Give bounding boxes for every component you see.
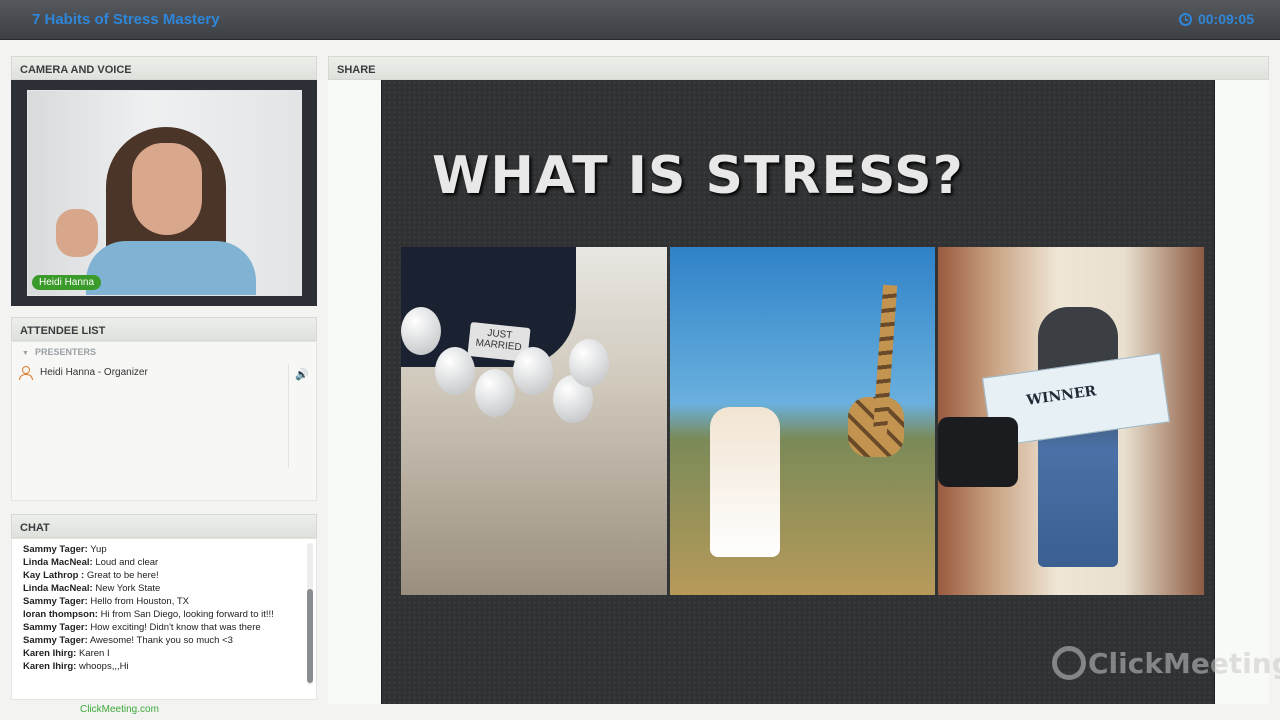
giraffe-photo [670,247,935,595]
attendee-row[interactable]: Heidi Hanna - Organizer [18,365,288,381]
chat-messages: Sammy Tager: Yup Linda MacNeal: Loud and… [23,543,308,673]
chat-message: Kay Lathrop : Great to be here! [23,570,159,581]
chat-message: Sammy Tager: Yup [23,544,107,555]
lottery-winner-photo: WINNER [938,247,1204,595]
chat-message: Sammy Tager: Awesome! Thank you so much … [23,635,233,646]
share-heading: SHARE [328,56,1269,80]
chat-message: Sammy Tager: Hello from Houston, TX [23,596,189,607]
clickmeeting-logo-icon [1052,646,1086,680]
slide-title: WHAT IS STRESS? [432,146,964,206]
timer-value: 00:09:05 [1197,11,1254,27]
clickmeeting-watermark: ClickMeeting [1052,646,1280,680]
chat-message: Sammy Tager: How exciting! Didn't know t… [23,622,261,633]
user-icon [18,366,33,380]
chat-message: Karen Ihirg: whoops,,,Hi [23,661,129,672]
clickmeeting-link[interactable]: ClickMeeting.com [80,704,159,715]
chat-message: Linda MacNeal: New York State [23,583,161,594]
chat-message: loran thompson: Hi from San Diego, looki… [23,609,274,620]
presenters-section-toggle[interactable]: ▼ PRESENTERS [22,347,96,357]
chat-scrollbar-thumb[interactable] [307,589,313,683]
attendee-list-heading: ATTENDEE LIST [11,317,317,341]
speaker-icon[interactable]: 🔊 [295,368,309,381]
presentation-slide: WHAT IS STRESS? JUST MARRIED WINNER Clic… [381,80,1280,704]
attendee-list: ▼ PRESENTERS Heidi Hanna - Organizer 🔊 [11,341,317,501]
chat-message: Linda MacNeal: Loud and clear [23,557,159,568]
wedding-photo: JUST MARRIED [401,247,667,595]
chat-panel: Sammy Tager: Yup Linda MacNeal: Loud and… [11,538,317,700]
presenter-name-tag: Heidi Hanna [32,275,102,290]
webinar-title: 7 Habits of Stress Mastery [32,11,220,28]
chat-message: Karen Ihirg: Karen I [23,648,110,659]
clock-icon [1178,12,1192,26]
top-bar: 7 Habits of Stress Mastery 00:09:05 [0,0,1280,40]
camera-panel: Heidi Hanna [11,80,317,306]
session-timer: 00:09:05 [1178,11,1254,27]
collapse-arrow-icon: ▼ [22,350,29,357]
presenter-video[interactable]: Heidi Hanna [27,90,302,296]
camera-panel-heading: CAMERA AND VOICE [11,56,317,80]
chat-heading: CHAT [11,514,317,538]
attendee-name: Heidi Hanna - Organizer [40,367,148,378]
